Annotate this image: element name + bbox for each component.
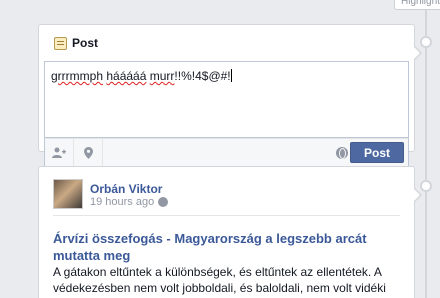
- text-caret: [230, 69, 232, 82]
- link-title[interactable]: Árvízi összefogás - Magyarország a legsz…: [53, 230, 398, 264]
- input-word: murr: [149, 69, 175, 83]
- divider: [53, 215, 400, 216]
- location-pin-icon[interactable]: [74, 139, 103, 166]
- status-text-input[interactable]: grrrmmph hááááá murr!!%!4$@#!: [44, 61, 409, 138]
- author-name[interactable]: Orbán Viktor: [90, 182, 162, 196]
- input-word: !!%!4$@#!: [174, 69, 231, 83]
- tag-friends-icon[interactable]: [45, 139, 74, 166]
- timestamp[interactable]: 19 hours ago: [90, 196, 154, 208]
- privacy-globe-icon[interactable]: [158, 197, 169, 207]
- news-story: Orbán Viktor 19 hours ago Árvízi összefo…: [38, 166, 422, 298]
- composer-header[interactable]: Post: [39, 25, 414, 61]
- input-word: hááááá: [106, 69, 147, 83]
- input-word: grrrmmph: [51, 69, 104, 83]
- composer-footer: Post: [44, 138, 409, 167]
- status-post-icon: [54, 36, 67, 50]
- post-button[interactable]: Post: [350, 142, 404, 163]
- story-pointer: [413, 187, 422, 203]
- timeline-top-pill[interactable]: Highlights: [394, 0, 440, 10]
- story-meta: 19 hours ago: [90, 196, 169, 208]
- link-description: A gátakon eltűntek a különbségek, és elt…: [53, 265, 386, 298]
- composer-pointer: [413, 45, 422, 61]
- composer-header-label: Post: [72, 36, 99, 50]
- audience-globe-icon[interactable]: [336, 147, 348, 159]
- post-composer: Post grrrmmph hááááá murr!!%!4$@#! Post: [38, 24, 422, 167]
- avatar[interactable]: [53, 179, 83, 209]
